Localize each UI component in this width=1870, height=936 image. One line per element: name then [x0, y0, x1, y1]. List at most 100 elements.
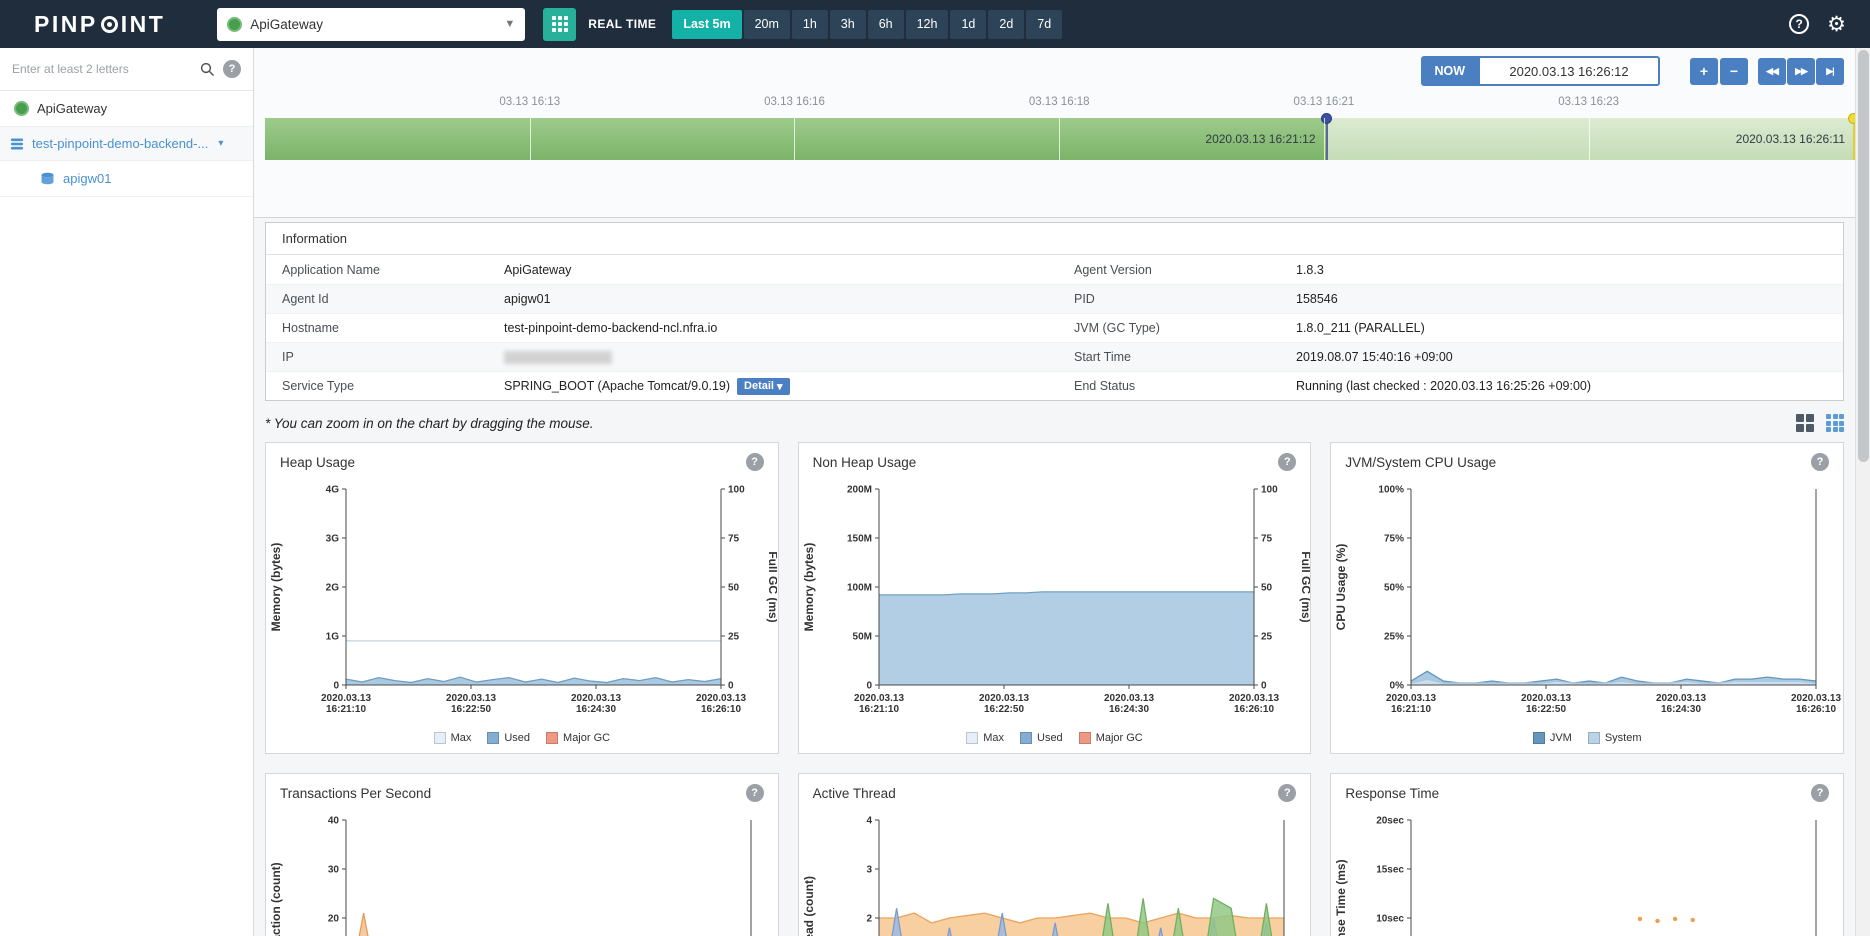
zoom-hint-text: * You can zoom in on the chart by draggi…: [265, 415, 594, 431]
scrollbar-thumb[interactable]: [1858, 50, 1869, 462]
timeline-bar[interactable]: 2020.03.13 16:21:12 2020.03.13 16:26:11: [265, 113, 1859, 160]
info-value: apigw01: [504, 292, 551, 306]
search-icon[interactable]: [200, 62, 215, 77]
legend-item: Used: [487, 732, 530, 744]
timeline-tick-label: 03.13 16:23: [1558, 96, 1620, 108]
chart-help-icon[interactable]: ?: [745, 784, 764, 802]
chart-plot-active-thread[interactable]: 01234Thread (count): [799, 806, 1310, 936]
chart-plot-response-time[interactable]: 05sec10sec15sec20secResponse Time (ms): [1331, 806, 1842, 936]
charts-grid: Heap Usage? 0 1G 2G 3G 4G 0 25 50 75 100 2020.03.13…: [265, 442, 1844, 936]
chart-help-icon[interactable]: ?: [745, 453, 764, 471]
zoom-button-group: + −: [1690, 57, 1748, 85]
info-label: PID: [1074, 292, 1095, 306]
sidebar-item-host[interactable]: test-pinpoint-demo-backend-... ▾: [0, 127, 253, 161]
chart-card-non-heap-usage: Non Heap Usage? 0 50M 100M 150M 200M 0 25 50 75 10…: [797, 442, 1313, 754]
zoom-out-button[interactable]: −: [1720, 57, 1748, 85]
timeline-boundary-line: [1325, 118, 1328, 160]
sidebar-item-label: test-pinpoint-demo-backend-...: [32, 136, 209, 151]
svg-text:2020.03.1316:24:30: 2020.03.13 16:24:30: [571, 693, 621, 715]
svg-text:1G: 1G: [326, 632, 340, 643]
period-button-12h[interactable]: 12h: [905, 9, 949, 39]
chart-plot-non-heap-usage[interactable]: 0 50M 100M 150M 200M 0 25 50 75 100 2020.03.13 16:2…: [799, 475, 1313, 725]
datetime-input[interactable]: [1478, 56, 1660, 86]
realtime-label[interactable]: REAL TIME: [588, 17, 656, 31]
skip-to-end-button[interactable]: ▶|: [1816, 57, 1844, 85]
gear-icon[interactable]: ⚙: [1827, 14, 1846, 35]
period-button-6h[interactable]: 6h: [867, 9, 904, 39]
sidebar-item-application[interactable]: ApiGateway: [0, 91, 253, 127]
period-button-2d[interactable]: 2d: [988, 9, 1025, 39]
chart-card-response-time: Response Time? 05sec10sec15sec20secRespon…: [1330, 773, 1844, 936]
sidebar-item-agent[interactable]: apigw01: [0, 161, 253, 197]
chart-help-icon[interactable]: ?: [1811, 453, 1829, 471]
calendar-button[interactable]: [543, 7, 577, 41]
detail-button[interactable]: Detail ▾: [737, 377, 790, 395]
svg-text:2020.03.1316:22:50: 2020.03.13 16:22:50: [1521, 693, 1571, 715]
chart-help-icon[interactable]: ?: [1811, 784, 1829, 802]
info-value: 1.8.3: [1296, 262, 1324, 277]
search-input[interactable]: [12, 62, 192, 76]
now-button[interactable]: NOW: [1421, 56, 1478, 86]
info-label: Start Time: [1074, 350, 1131, 364]
svg-text:75: 75: [1261, 534, 1273, 545]
step-backward-button[interactable]: ◀◀: [1758, 57, 1786, 85]
svg-text:2020.03.1316:26:10: 2020.03.13 16:26:10: [696, 693, 746, 715]
chart-plot-heap-usage[interactable]: 0 1G 2G 3G 4G 0 25 50 75 100 2020.03.13 16:21:10 202…: [266, 475, 780, 725]
calendar-icon: [551, 16, 568, 32]
sidebar: ? ApiGateway test-pinpoint-demo-backend-…: [0, 48, 254, 936]
svg-text:25: 25: [1261, 632, 1273, 643]
fast-forward-button[interactable]: ▶▶: [1787, 57, 1815, 85]
svg-text:75: 75: [728, 534, 740, 545]
svg-text:2020.03.1316:21:10: 2020.03.13 16:21:10: [1386, 693, 1436, 715]
timeline-end-label: 2020.03.13 16:26:11: [1735, 132, 1845, 146]
help-icon[interactable]: ?: [1789, 14, 1810, 34]
app-header: PINP INT ApiGateway ▼ REAL TIME Last 5m 2…: [0, 0, 1870, 48]
svg-text:50: 50: [728, 583, 740, 594]
grid-large-icon[interactable]: [1796, 414, 1814, 432]
info-table: Application Name ApiGateway Agent Version 1…: [266, 255, 1843, 400]
svg-text:0%: 0%: [1390, 681, 1405, 692]
layout-toggle-icons: [1796, 414, 1844, 432]
svg-text:100M: 100M: [847, 583, 872, 594]
period-button-20m[interactable]: 20m: [743, 9, 790, 39]
svg-text:2020.03.1316:21:10: 2020.03.13 16:21:10: [854, 693, 904, 715]
sidebar-search-row: ?: [0, 48, 253, 91]
chart-help-icon[interactable]: ?: [1278, 453, 1297, 471]
search-help-icon[interactable]: ?: [223, 60, 241, 78]
svg-text:40: 40: [328, 816, 340, 827]
chart-title: JVM/System CPU Usage: [1345, 454, 1497, 470]
svg-text:4G: 4G: [326, 485, 340, 496]
legend-item: System: [1587, 732, 1642, 744]
app-shell: ? ApiGateway test-pinpoint-demo-backend-…: [0, 48, 1870, 936]
info-label: End Status: [1074, 379, 1136, 393]
chart-legend: Max Used Major GC: [266, 730, 778, 753]
chart-help-icon[interactable]: ?: [1278, 784, 1297, 802]
period-button-1d[interactable]: 1d: [950, 9, 987, 39]
chart-card-header: Active Thread?: [799, 774, 1311, 806]
chart-card-tps: Transactions Per Second?010203040Transac…: [265, 773, 779, 936]
period-button-3h[interactable]: 3h: [829, 9, 866, 39]
timeline-start-handle[interactable]: [1320, 113, 1332, 124]
redacted-ip-value: [504, 350, 612, 364]
period-button-7d[interactable]: 7d: [1026, 9, 1063, 39]
chart-legend: JVM System: [1331, 730, 1843, 753]
chart-title: Heap Usage: [280, 454, 356, 470]
info-value: Running (last checked : 2020.03.13 16:25…: [1296, 379, 1592, 393]
info-row: Service Type SPRING_BOOT (Apache Tomcat/9…: [266, 371, 1843, 400]
chart-card-header: Non Heap Usage?: [799, 443, 1311, 475]
scrollbar[interactable]: [1855, 48, 1870, 936]
chevron-down-icon[interactable]: ▾: [218, 138, 223, 149]
info-label: Agent Id: [282, 292, 329, 306]
nav-button-group: ◀◀ ▶▶ ▶|: [1758, 57, 1844, 85]
chart-card-header: JVM/System CPU Usage?: [1331, 443, 1843, 475]
svg-text:Full GC (ms): Full GC (ms): [766, 551, 777, 622]
zoom-in-button[interactable]: +: [1690, 57, 1718, 85]
sidebar-item-label: ApiGateway: [37, 101, 108, 116]
period-button-1h[interactable]: 1h: [791, 9, 828, 39]
chart-plot-cpu-usage[interactable]: 0% 25% 50% 75% 100% 2020.03.13 16:21:10 2020.03…: [1331, 475, 1842, 725]
chart-title: Response Time: [1345, 785, 1440, 801]
period-button-last-5m[interactable]: Last 5m: [672, 9, 742, 39]
chart-plot-tps[interactable]: 010203040Transaction (count): [266, 806, 777, 936]
grid-small-icon[interactable]: [1826, 414, 1844, 432]
application-selector[interactable]: ApiGateway ▼: [217, 7, 526, 41]
